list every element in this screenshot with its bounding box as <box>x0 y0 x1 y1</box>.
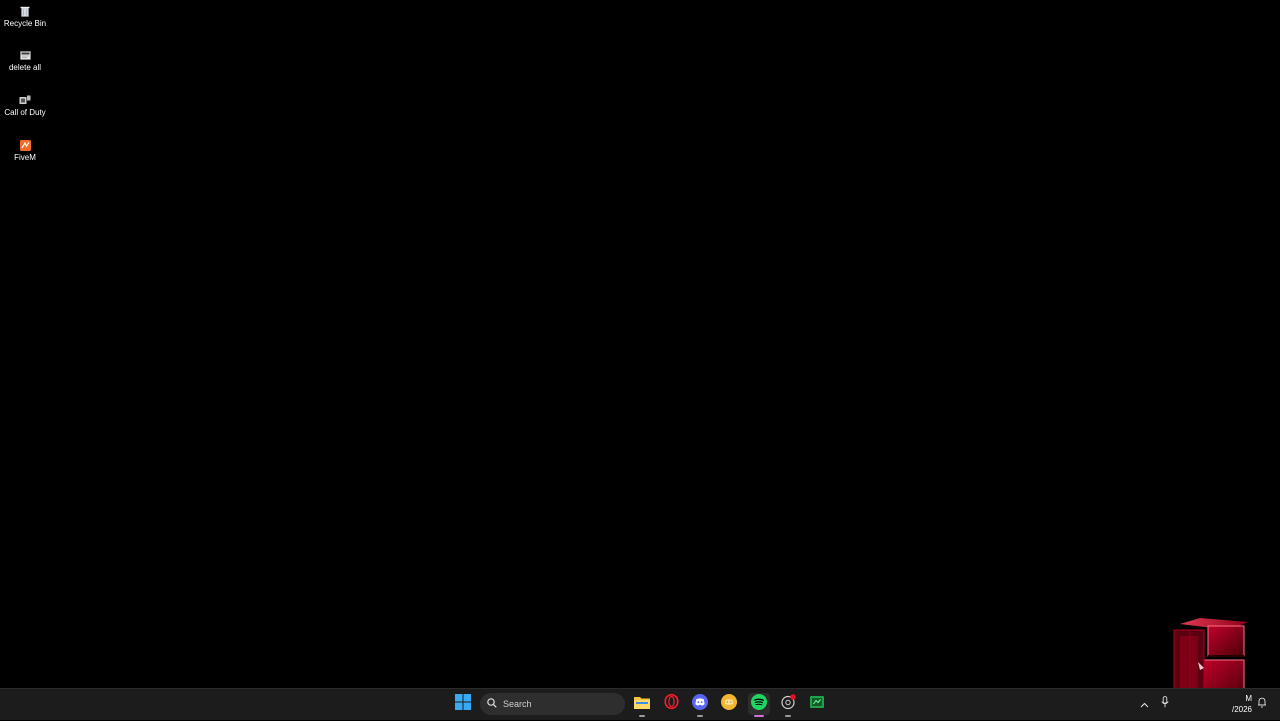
opera-icon <box>663 693 679 714</box>
desktop-icon-label: Recycle Bin <box>3 19 47 28</box>
tray-microphone[interactable] <box>1159 695 1171 713</box>
taskbar-app-yellow[interactable] <box>718 693 740 715</box>
desktop-icon-call-of-duty[interactable]: Call of Duty <box>0 93 50 118</box>
desktop-icon-label: FiveM <box>14 153 36 162</box>
search-placeholder: Search <box>503 699 532 709</box>
shortcut-file-icon <box>18 48 32 62</box>
spotify-icon <box>751 693 767 715</box>
steam-like-icon <box>780 693 796 715</box>
desktop: Recycle Bin delete all Call of Duty Five… <box>0 0 1280 715</box>
taskbar-app-spotify[interactable] <box>748 693 770 717</box>
taskbar-app-opera[interactable] <box>660 693 682 715</box>
game-shortcut-icon <box>18 93 32 107</box>
desktop-icon-label: delete all <box>8 63 42 72</box>
tray-overflow-button[interactable] <box>1138 697 1150 711</box>
desktop-icon-recycle-bin[interactable]: Recycle Bin <box>0 4 50 29</box>
taskbar-app-discord[interactable] <box>689 693 711 717</box>
clock-date: /2026 <box>1231 705 1252 714</box>
fivem-icon <box>18 138 32 152</box>
microphone-icon <box>1161 695 1169 713</box>
tray-clock[interactable]: M /2026 <box>1206 693 1252 715</box>
desktop-icon-fivem[interactable]: FiveM <box>0 138 50 163</box>
discord-icon <box>692 693 708 715</box>
taskbar-app-file-explorer[interactable] <box>631 693 653 717</box>
notification-icon <box>1257 695 1267 713</box>
recycle-bin-icon <box>18 4 32 18</box>
taskbar-app-notify[interactable] <box>777 693 799 717</box>
clock-time: M <box>1245 694 1252 703</box>
running-indicator <box>697 715 703 717</box>
taskbar-search-box[interactable]: Search <box>480 693 625 715</box>
green-app-icon <box>810 695 824 713</box>
tray-notifications[interactable] <box>1256 697 1268 711</box>
running-indicator <box>639 715 645 717</box>
chevron-up-icon <box>1140 695 1149 713</box>
running-indicator <box>785 715 791 717</box>
running-indicator <box>754 715 764 717</box>
start-button[interactable] <box>452 693 474 715</box>
taskbar-app-green[interactable] <box>806 693 828 715</box>
windows-logo-icon <box>455 693 471 715</box>
search-icon <box>487 695 497 713</box>
desktop-icon-delete-all[interactable]: delete all <box>0 48 50 73</box>
folder-icon <box>634 695 650 714</box>
desktop-icon-label: Call of Duty <box>4 108 46 117</box>
yellow-circle-app-icon <box>721 693 737 715</box>
